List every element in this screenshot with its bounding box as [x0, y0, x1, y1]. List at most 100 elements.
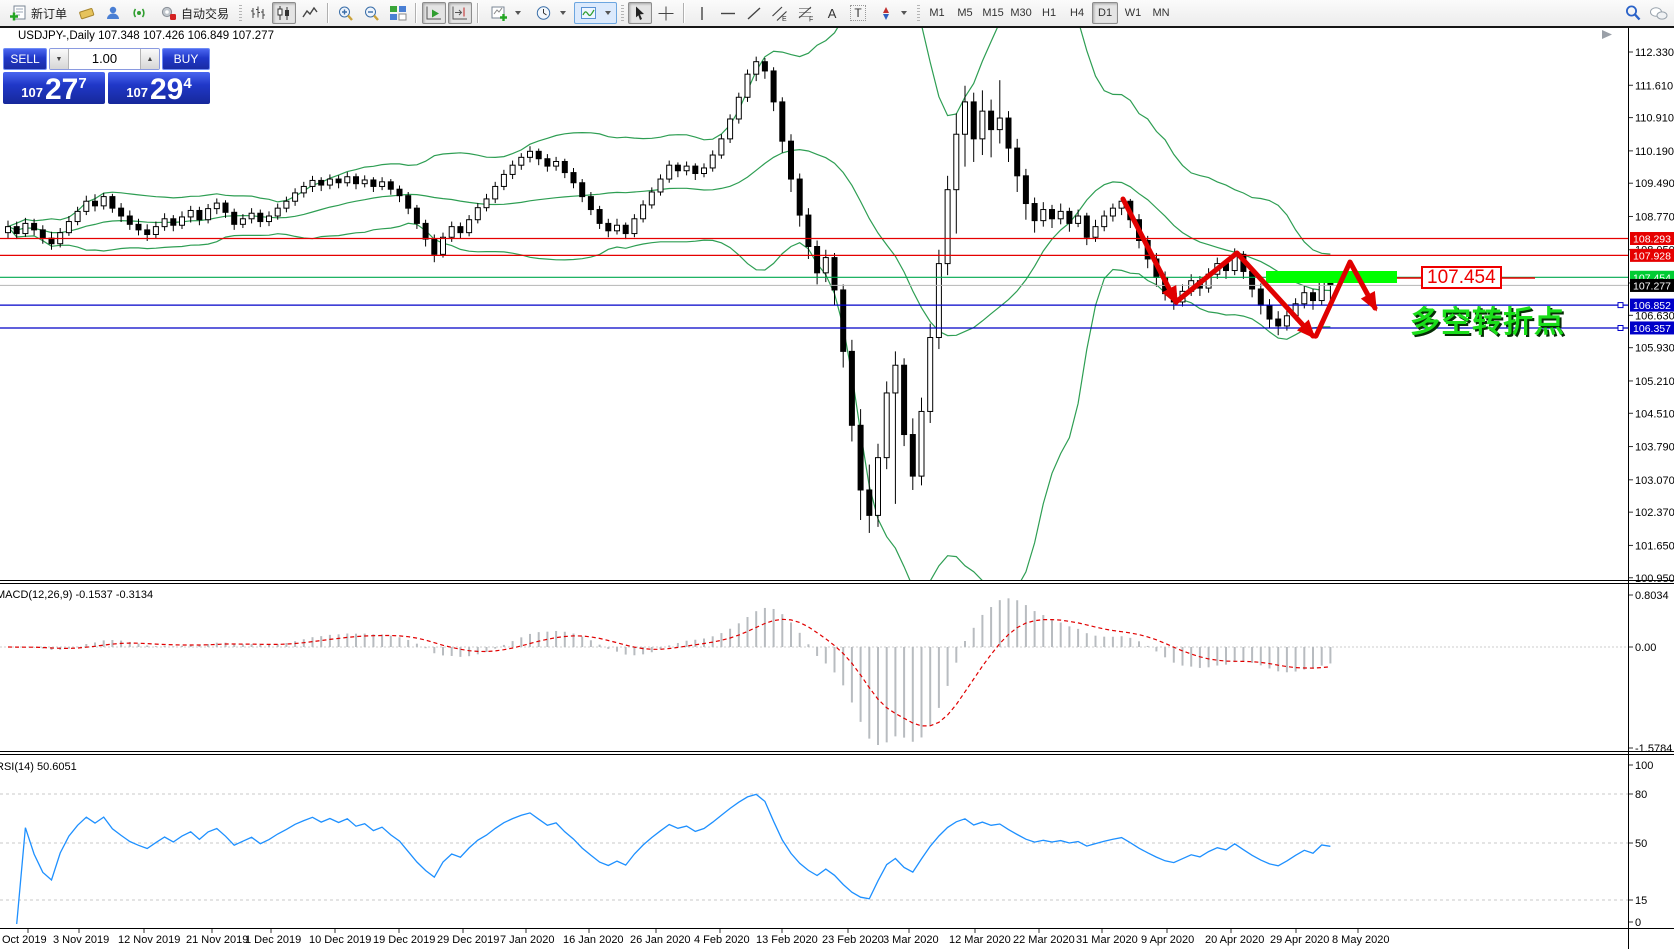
- volume-increase-button[interactable]: ▲: [140, 49, 159, 69]
- candle-body: [432, 239, 437, 254]
- x-axis-date-label: 22 Mar 2020: [1013, 934, 1075, 946]
- candle-body: [441, 237, 446, 254]
- price-tick-label: 100.950: [1635, 573, 1674, 585]
- candle-body: [354, 177, 359, 184]
- toolbar-drag-handle[interactable]: [621, 5, 624, 21]
- macd-label: MACD(12,26,9) -0.1537 -0.3134: [0, 589, 153, 601]
- price-tick-label: 103.790: [1635, 442, 1674, 454]
- text-label-tool-button[interactable]: T: [846, 2, 870, 24]
- price-badge-label: 106.852: [1633, 300, 1671, 312]
- line-chart-button[interactable]: [298, 2, 322, 24]
- auto-scroll-icon: [425, 5, 443, 21]
- cursor-tool-button[interactable]: [628, 2, 652, 24]
- auto-scroll-button[interactable]: [422, 2, 446, 24]
- timeframe-h1-button[interactable]: H1: [1036, 2, 1062, 24]
- bar-chart-button[interactable]: [246, 2, 270, 24]
- candle-body: [736, 97, 741, 119]
- price-tick-label: 106.630: [1635, 310, 1674, 322]
- periods-button[interactable]: [529, 2, 572, 24]
- x-axis-date-label: 23 Feb 2020: [822, 934, 884, 946]
- candle-body: [519, 157, 524, 165]
- support-zone-rect[interactable]: [1266, 271, 1397, 283]
- search-icon: [1624, 4, 1643, 22]
- candle-body: [484, 199, 489, 208]
- auto-trading-button[interactable]: 自动交易: [153, 2, 235, 24]
- candle-body: [606, 223, 611, 230]
- zoom-out-button[interactable]: [360, 2, 384, 24]
- text-tool-button[interactable]: A: [820, 2, 844, 24]
- timeframe-m30-button[interactable]: M30: [1008, 2, 1034, 24]
- new-order-button[interactable]: 新订单: [3, 2, 73, 24]
- zoom-in-button[interactable]: [334, 2, 358, 24]
- volume-input[interactable]: 1.00: [69, 49, 140, 69]
- trendline-tool-button[interactable]: [742, 2, 766, 24]
- timeframe-h4-button[interactable]: H4: [1064, 2, 1090, 24]
- volume-decrease-button[interactable]: ▼: [50, 49, 69, 69]
- timeframe-d1-button[interactable]: D1: [1092, 2, 1118, 24]
- horizontal-line-icon: [719, 5, 737, 22]
- community-button[interactable]: [101, 2, 125, 24]
- price-callout[interactable]: 107.454: [1421, 266, 1502, 289]
- toolbar-drag-handle[interactable]: [239, 5, 242, 21]
- hline-handle[interactable]: [1618, 326, 1623, 331]
- candle-body: [902, 365, 907, 434]
- x-axis-date-label: 9 Apr 2020: [1141, 934, 1194, 946]
- vertical-line-tool-button[interactable]: [690, 2, 714, 24]
- x-axis-date-label: 3 Nov 2019: [53, 934, 109, 946]
- ask-price-sup: 4: [183, 73, 191, 91]
- fibonacci-tool-button[interactable]: F: [794, 2, 818, 24]
- annotation-note-text[interactable]: 多空转折点: [1410, 297, 1565, 341]
- svg-text:E: E: [782, 16, 787, 22]
- horizontal-line-tool-button[interactable]: [716, 2, 740, 24]
- chevron-down-icon: [515, 11, 521, 15]
- ask-price-box[interactable]: 107 29 4: [108, 72, 210, 104]
- new-chart-button[interactable]: [484, 2, 527, 24]
- candle-body: [928, 338, 933, 412]
- zigzag-annotation[interactable]: [1123, 199, 1375, 336]
- signals-button[interactable]: [127, 2, 151, 24]
- candle-body: [615, 225, 620, 231]
- candle-body: [719, 139, 724, 155]
- candle-body: [301, 186, 306, 192]
- bid-price-box[interactable]: 107 27 7: [3, 72, 105, 104]
- candle-body: [667, 165, 672, 179]
- scroll-to-end-marker[interactable]: [1602, 30, 1612, 39]
- price-axis: 112.330111.610110.910110.190109.490108.7…: [1629, 47, 1674, 929]
- crosshair-tool-button[interactable]: [654, 2, 678, 24]
- x-axis-date-label: 29 Apr 2020: [1270, 934, 1329, 946]
- metaeditor-button[interactable]: [75, 2, 99, 24]
- toolbar-drag-handle[interactable]: [917, 5, 920, 21]
- timeframe-m5-button[interactable]: M5: [952, 2, 978, 24]
- candle-body: [206, 209, 211, 220]
- price-tick-label: 110.910: [1635, 113, 1674, 125]
- hline-handle[interactable]: [1618, 303, 1623, 308]
- candle-body: [771, 71, 776, 102]
- timeframe-mn-button[interactable]: MN: [1148, 2, 1174, 24]
- candle-body: [919, 411, 924, 476]
- candle-body: [997, 118, 1002, 130]
- candle-body: [145, 230, 150, 235]
- candle-body: [293, 193, 298, 201]
- x-axis-date-label: 29 Dec 2019: [437, 934, 499, 946]
- search-button[interactable]: [1621, 2, 1645, 24]
- timeframe-m1-button[interactable]: M1: [924, 2, 950, 24]
- indicators-button[interactable]: [574, 2, 617, 24]
- candlestick-chart-button[interactable]: [272, 2, 296, 24]
- timeframe-w1-button[interactable]: W1: [1120, 2, 1146, 24]
- x-axis-date-label: 10 Dec 2019: [309, 934, 371, 946]
- sell-button[interactable]: SELL: [3, 48, 47, 70]
- chart-shift-button[interactable]: [448, 2, 472, 24]
- chart-canvas[interactable]: 112.330111.610110.910110.190109.490108.7…: [0, 0, 1674, 949]
- arrows-tool-button[interactable]: [872, 2, 913, 24]
- x-axis-date-label: 7 Jan 2020: [500, 934, 554, 946]
- buy-button[interactable]: BUY: [162, 48, 210, 70]
- trendline-icon: [745, 5, 763, 22]
- tile-windows-button[interactable]: [386, 2, 410, 24]
- chart-shift-icon: [451, 5, 469, 21]
- timeframe-m15-button[interactable]: M15: [980, 2, 1006, 24]
- candle-body: [971, 102, 976, 139]
- channel-tool-button[interactable]: E: [768, 2, 792, 24]
- chat-button[interactable]: [1647, 2, 1671, 24]
- candle-body: [240, 219, 245, 225]
- candle-body: [362, 180, 367, 184]
